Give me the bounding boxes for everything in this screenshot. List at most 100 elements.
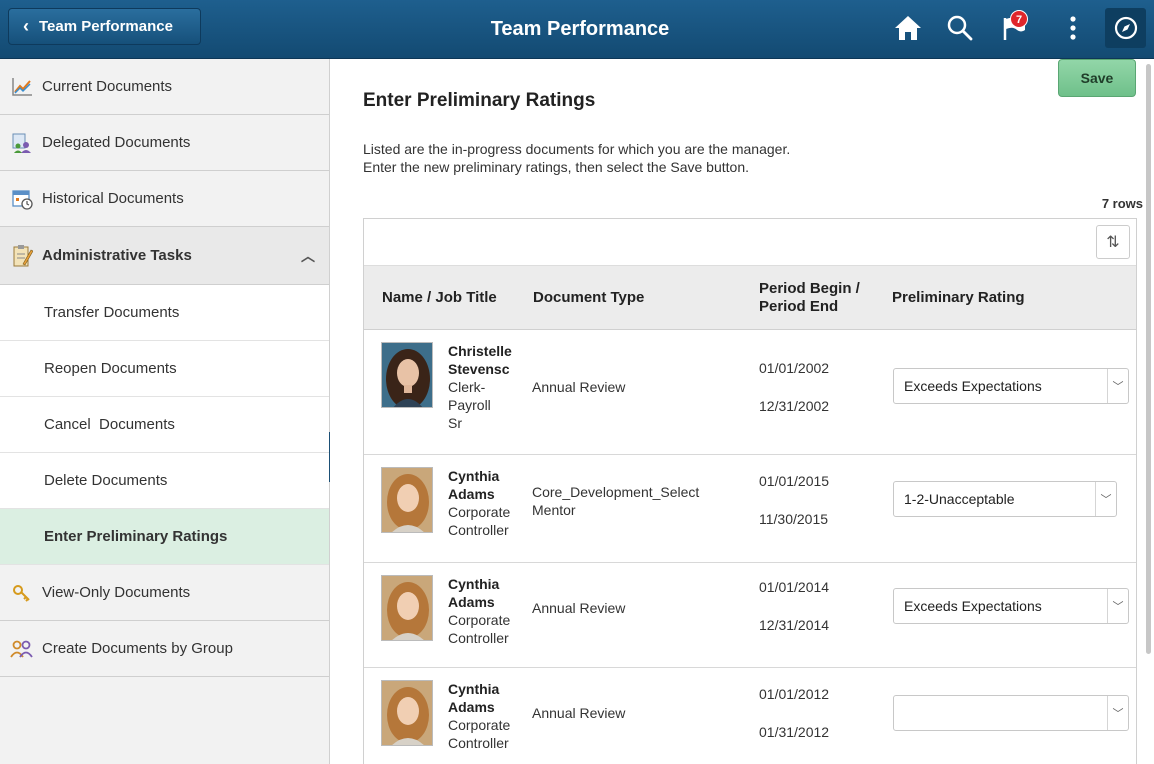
sidebar-item-create-documents-by-group[interactable]: Create Documents by Group xyxy=(0,621,329,677)
chevron-down-icon: ﹀ xyxy=(1107,589,1128,623)
employee-info: Cynthia Adams Corporate Controller xyxy=(448,680,524,752)
job-title: Payroll xyxy=(448,397,491,413)
period-end: 12/31/2002 xyxy=(759,398,830,414)
sidebar-item-historical-documents[interactable]: Historical Documents xyxy=(0,171,329,227)
period-end: 01/31/2012 xyxy=(759,724,830,740)
rating-select-value: 1-2-Unacceptable xyxy=(904,491,1015,507)
employee-photo xyxy=(381,467,433,533)
back-button[interactable]: ‹ Team Performance xyxy=(8,8,201,45)
chevron-left-icon: ‹ xyxy=(23,16,29,36)
period-dates: 01/01/2014 12/31/2014 xyxy=(759,579,829,655)
sidebar-item-delete-documents[interactable]: Delete Documents xyxy=(0,453,329,509)
employee-info: Christelle Stevensc Clerk- Payroll Sr xyxy=(448,342,524,432)
home-icon[interactable] xyxy=(890,10,926,46)
document-type: Annual Review xyxy=(532,599,747,617)
sidebar-item-label: Create Documents by Group xyxy=(42,640,233,657)
page-header-title: Team Performance xyxy=(490,18,670,40)
sidebar-item-label: Cancel Documents xyxy=(44,416,175,433)
employee-photo xyxy=(381,575,433,641)
column-header-preliminary-rating[interactable]: Preliminary Rating xyxy=(892,266,1025,329)
main-content: Save Enter Preliminary Ratings Listed ar… xyxy=(330,59,1143,764)
table-row: Cynthia Adams Corporate Controller Core_… xyxy=(364,455,1136,563)
grid-toolbar: ⇅ xyxy=(364,219,1136,266)
page-title: Enter Preliminary Ratings xyxy=(363,90,596,111)
employee-info: Cynthia Adams Corporate Controller xyxy=(448,575,524,647)
period-begin: 01/01/2014 xyxy=(759,579,830,595)
employee-name: Stevensc xyxy=(448,361,510,377)
search-icon[interactable] xyxy=(942,10,978,46)
sidebar-item-label: Enter Preliminary Ratings xyxy=(44,528,228,545)
sidebar-item-view-only-documents[interactable]: View-Only Documents xyxy=(0,565,329,621)
table-row: Cynthia Adams Corporate Controller Annua… xyxy=(364,668,1136,764)
period-end: 12/31/2014 xyxy=(759,617,830,633)
employee-name: Adams xyxy=(448,486,495,502)
job-title: Corporate xyxy=(448,717,511,733)
rating-select[interactable]: Exceeds Expectations ﹀ xyxy=(893,368,1129,404)
document-type-text: Core_Development_Select xyxy=(532,484,700,500)
vertical-scrollbar[interactable] xyxy=(1145,59,1154,764)
period-dates: 01/01/2002 12/31/2002 xyxy=(759,360,829,436)
job-title: Controller xyxy=(448,630,509,646)
column-header-name[interactable]: Name / Job Title xyxy=(382,266,497,329)
sidebar-item-label: View-Only Documents xyxy=(42,584,191,601)
period-begin: 01/01/2012 xyxy=(759,686,830,702)
chevron-down-icon: ﹀ xyxy=(1095,482,1116,516)
job-title: Corporate xyxy=(448,612,511,628)
notification-count-badge: 7 xyxy=(1010,10,1028,28)
sidebar-item-reopen-documents[interactable]: Reopen Documents xyxy=(0,341,329,397)
sidebar-item-delegated-documents[interactable]: Delegated Documents xyxy=(0,115,329,171)
save-button[interactable]: Save xyxy=(1058,59,1136,97)
sort-arrows-icon: ⇅ xyxy=(1106,234,1120,251)
employee-name: Cynthia xyxy=(448,576,500,592)
sidebar-item-label: Delete Documents xyxy=(44,472,168,489)
document-type-text: Annual Review xyxy=(532,705,626,721)
sidebar-item-enter-preliminary-ratings[interactable]: Enter Preliminary Ratings xyxy=(0,509,329,565)
sidebar-item-label: Delegated Documents xyxy=(42,134,191,151)
employee-name: Adams xyxy=(448,594,495,610)
trend-chart-icon xyxy=(10,75,34,99)
sidebar: Current Documents Delegated Documents Hi… xyxy=(0,59,330,764)
instructions-line: Enter the new preliminary ratings, then … xyxy=(363,159,749,175)
sidebar-item-transfer-documents[interactable]: Transfer Documents xyxy=(0,285,329,341)
rating-select-value: Exceeds Expectations xyxy=(904,598,1042,614)
rating-select[interactable]: ﹀ xyxy=(893,695,1129,731)
document-type-text: Annual Review xyxy=(532,379,626,395)
chevron-down-icon: ﹀ xyxy=(1107,696,1128,730)
document-type: Annual Review xyxy=(532,704,747,722)
job-title: Controller xyxy=(448,522,509,538)
people-group-icon xyxy=(10,637,34,661)
employee-photo xyxy=(381,342,433,408)
table-header: Name / Job Title Document Type Period Be… xyxy=(364,266,1136,330)
notification-flag-icon[interactable]: 7 xyxy=(996,10,1032,46)
table-row: Cynthia Adams Corporate Controller Annua… xyxy=(364,563,1136,668)
job-title: Corporate xyxy=(448,504,511,520)
document-type-text: Mentor xyxy=(532,502,576,518)
sidebar-item-label: Historical Documents xyxy=(42,190,184,207)
column-header-document-type[interactable]: Document Type xyxy=(533,266,644,329)
sidebar-item-label: Current Documents xyxy=(42,78,173,95)
sidebar-item-label: Reopen Documents xyxy=(44,360,177,377)
period-dates: 01/01/2012 01/31/2012 xyxy=(759,686,829,762)
chevron-down-icon: ﹀ xyxy=(1107,369,1128,403)
navbar-compass-icon xyxy=(1114,16,1137,40)
instructions: Listed are the in-progress documents for… xyxy=(363,140,790,176)
job-title: Controller xyxy=(448,735,509,751)
calendar-clock-icon xyxy=(10,187,34,211)
chevron-up-icon[interactable]: ︿ xyxy=(301,246,315,266)
clipboard-pencil-icon xyxy=(10,244,34,268)
sort-button[interactable]: ⇅ xyxy=(1096,225,1130,259)
rating-select[interactable]: Exceeds Expectations ﹀ xyxy=(893,588,1129,624)
scrollbar-thumb[interactable] xyxy=(1146,64,1151,654)
column-header-period[interactable]: Period Begin / Period End xyxy=(759,266,860,329)
navbar-button[interactable] xyxy=(1105,8,1146,48)
sidebar-item-current-documents[interactable]: Current Documents xyxy=(0,59,329,115)
sidebar-group-administrative-tasks[interactable]: Administrative Tasks ︿ xyxy=(0,227,329,285)
actions-menu-icon[interactable] xyxy=(1058,10,1088,46)
employee-name: Cynthia xyxy=(448,681,500,697)
employee-photo xyxy=(381,680,433,746)
rating-select[interactable]: 1-2-Unacceptable ﹀ xyxy=(893,481,1117,517)
sidebar-group-label: Administrative Tasks xyxy=(42,247,192,264)
back-button-label: Team Performance xyxy=(39,18,173,35)
period-end: 11/30/2015 xyxy=(759,511,829,527)
sidebar-item-cancel-documents[interactable]: Cancel Documents xyxy=(0,397,329,453)
